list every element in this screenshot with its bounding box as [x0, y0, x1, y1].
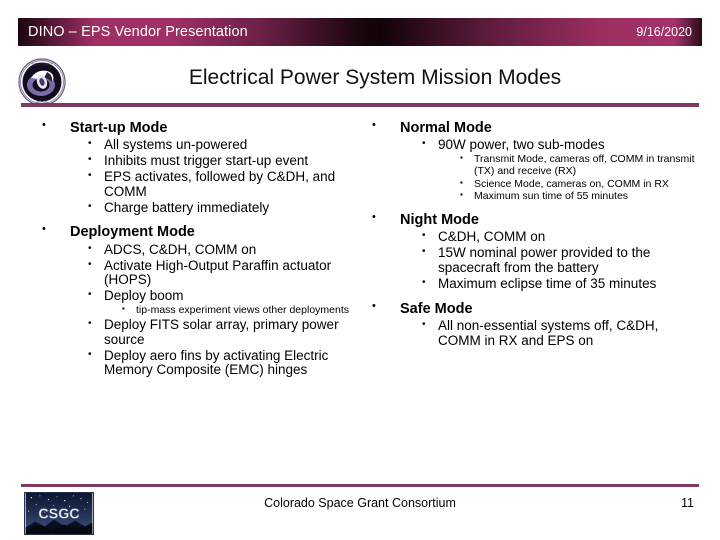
- mode-heading-start-up: Start-up Mode: [26, 119, 356, 136]
- list-item: ADCS, C&DH, COMM on: [26, 242, 356, 258]
- left-bullet-list: Start-up Mode All systems un-powered Inh…: [26, 119, 356, 379]
- presentation-title: DINO – EPS Vendor Presentation: [28, 24, 248, 40]
- mode-heading-night: Night Mode: [356, 211, 696, 228]
- mode-heading-normal: Normal Mode: [356, 119, 696, 136]
- right-bullet-list: Normal Mode 90W power, two sub-modes Tra…: [356, 119, 696, 349]
- slide-header-bar: DINO – EPS Vendor Presentation 9/16/2020: [18, 18, 702, 46]
- mode-heading-safe: Safe Mode: [356, 300, 696, 317]
- list-item: Deploy aero fins by activating Electric …: [26, 348, 356, 379]
- dino-mission-patch-icon: COLORADO SPACE: [17, 58, 67, 106]
- footer-divider: [21, 484, 699, 487]
- footer-organization: Colorado Space Grant Consortium: [264, 496, 456, 510]
- title-divider: [21, 103, 699, 107]
- list-item: Maximum sun time of 55 minutes: [356, 191, 696, 203]
- list-item: Deploy FITS solar array, primary power s…: [26, 317, 356, 348]
- svg-text:COLORADO: COLORADO: [32, 63, 52, 67]
- slide-page-number: 11: [681, 496, 694, 510]
- presentation-date: 9/16/2020: [636, 25, 692, 39]
- list-item: Inhibits must trigger start-up event: [26, 153, 356, 169]
- left-content-column: Start-up Mode All systems un-powered Inh…: [26, 119, 356, 379]
- list-item: EPS activates, followed by C&DH, and COM…: [26, 169, 356, 200]
- list-item: Charge battery immediately: [26, 200, 356, 216]
- mode-heading-deployment: Deployment Mode: [26, 223, 356, 240]
- list-item: All non-essential systems off, C&DH, COM…: [356, 318, 696, 349]
- list-item: tip-mass experiment views other deployme…: [26, 304, 356, 317]
- list-item: Transmit Mode, cameras off, COMM in tran…: [356, 153, 696, 178]
- list-item: Deploy boom: [26, 288, 356, 304]
- list-item: 90W power, two sub-modes: [356, 137, 696, 153]
- list-item: Maximum eclipse time of 35 minutes: [356, 276, 696, 292]
- list-item: Science Mode, cameras on, COMM in RX: [356, 178, 696, 191]
- list-item: 15W nominal power provided to the spacec…: [356, 245, 696, 276]
- list-item: Activate High-Output Paraffin actuator (…: [26, 258, 356, 289]
- right-content-column: Normal Mode 90W power, two sub-modes Tra…: [356, 119, 696, 350]
- page-title: Electrical Power System Mission Modes: [188, 66, 562, 89]
- list-item: C&DH, COMM on: [356, 229, 696, 245]
- list-item: All systems un-powered: [26, 137, 356, 153]
